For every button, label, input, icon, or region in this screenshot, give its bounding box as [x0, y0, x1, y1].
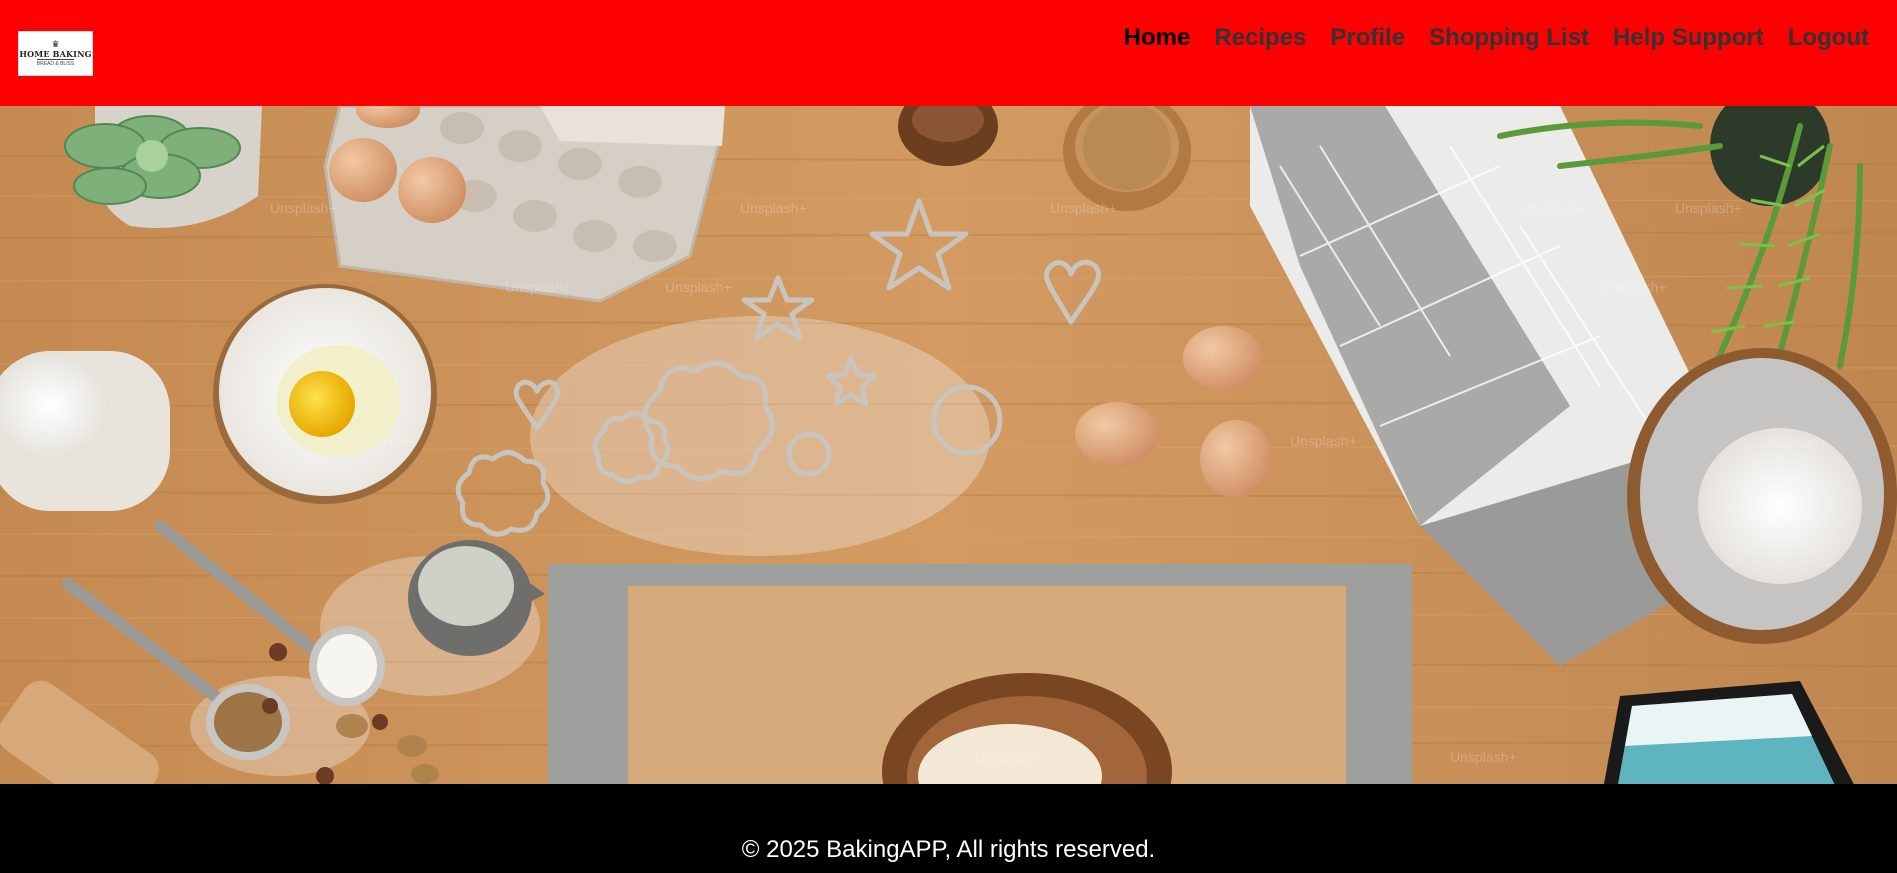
svg-text:Unsplash+: Unsplash+ — [975, 749, 1042, 765]
chef-hat-icon: ♛ — [51, 39, 60, 49]
hero-image: Unsplash+ Unsplash+ Unsplash+ Unsplash+ … — [0, 106, 1897, 784]
svg-text:Unsplash+: Unsplash+ — [270, 200, 337, 216]
svg-text:Unsplash+: Unsplash+ — [1760, 435, 1827, 451]
baking-table-illustration: Unsplash+ Unsplash+ Unsplash+ Unsplash+ … — [0, 106, 1897, 784]
flour-bowl — [1627, 348, 1897, 644]
copyright-text: © 2025 BakingAPP, All rights reserved. — [741, 836, 1156, 863]
svg-text:Unsplash+: Unsplash+ — [740, 200, 807, 216]
flour-jar — [0, 351, 170, 511]
logo-tagline: BREAD & BLISS — [36, 59, 75, 67]
svg-text:Unsplash+: Unsplash+ — [350, 433, 417, 449]
main-nav: Home Recipes Profile Shopping List Help … — [1124, 24, 1869, 52]
top-nav-bar: ♛ HOME BAKING BREAD & BLISS Home Recipes… — [0, 0, 1897, 106]
svg-text:Unsplash+: Unsplash+ — [505, 279, 572, 295]
footer: © 2025 BakingAPP, All rights reserved. — [0, 784, 1897, 873]
nav-shopping-list[interactable]: Shopping List — [1429, 24, 1589, 52]
egg-bowl — [213, 284, 437, 504]
home-baking-logo[interactable]: ♛ HOME BAKING BREAD & BLISS — [18, 31, 93, 76]
svg-text:Unsplash+: Unsplash+ — [1290, 433, 1357, 449]
svg-text:Unsplash+: Unsplash+ — [1050, 200, 1117, 216]
nav-home[interactable]: Home — [1124, 24, 1191, 52]
nav-logout[interactable]: Logout — [1788, 24, 1869, 52]
logo-name: HOME BAKING — [19, 49, 92, 59]
svg-text:Unsplash+: Unsplash+ — [1520, 200, 1587, 216]
nav-profile[interactable]: Profile — [1330, 24, 1405, 52]
svg-text:Unsplash+: Unsplash+ — [1675, 200, 1742, 216]
svg-text:Unsplash+: Unsplash+ — [1600, 279, 1667, 295]
nav-help-support[interactable]: Help Support — [1613, 24, 1764, 52]
svg-text:Unsplash+: Unsplash+ — [665, 279, 732, 295]
nav-recipes[interactable]: Recipes — [1214, 24, 1306, 52]
svg-text:Unsplash+: Unsplash+ — [1450, 749, 1517, 765]
